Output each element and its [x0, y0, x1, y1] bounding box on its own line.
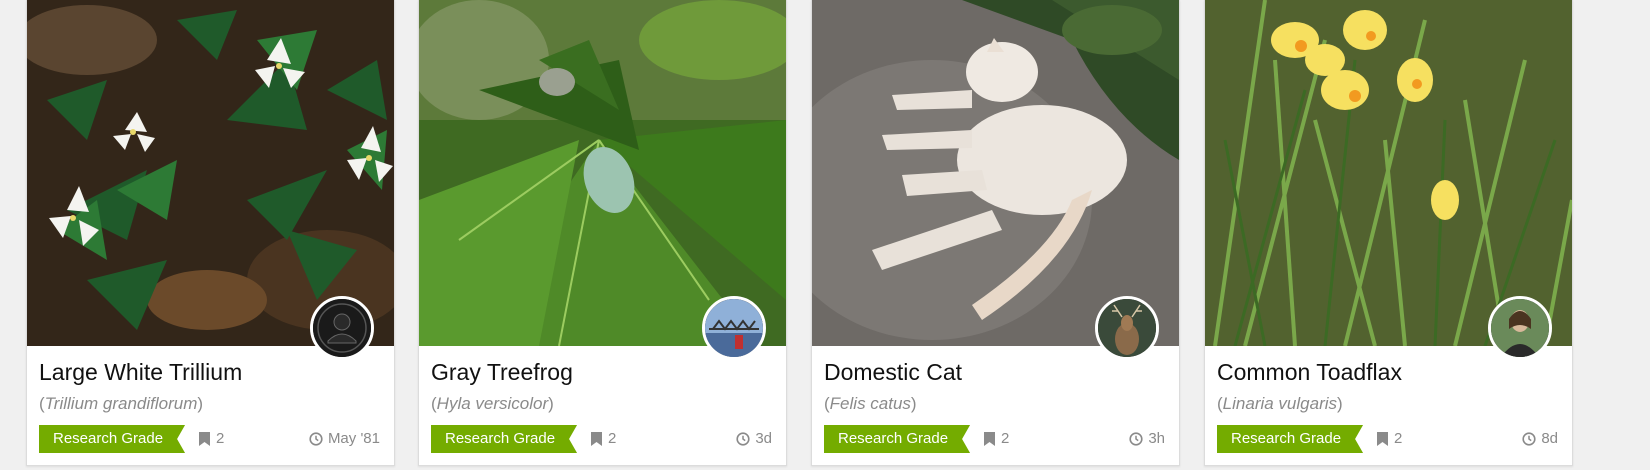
- observation-photo[interactable]: [27, 0, 394, 346]
- observed-time: 8d: [1522, 428, 1558, 450]
- identification-count: 2: [591, 428, 616, 450]
- identification-count: 2: [1377, 428, 1402, 450]
- default-user-silhouette-icon: [313, 299, 371, 357]
- observed-time-value: 3h: [1148, 430, 1165, 447]
- identification-tag-icon: [199, 432, 210, 446]
- deer-photo-avatar: [1098, 299, 1156, 357]
- observation-grid: Large White Trillium (Trillium grandiflo…: [0, 0, 1650, 470]
- observed-time: May '81: [309, 428, 380, 450]
- person-photo-avatar: [1491, 299, 1549, 357]
- identification-count: 2: [199, 428, 224, 450]
- common-name[interactable]: Common Toadflax: [1217, 359, 1402, 386]
- observer-avatar[interactable]: [310, 296, 374, 360]
- identification-tag-icon: [984, 432, 995, 446]
- common-name[interactable]: Large White Trillium: [39, 359, 242, 386]
- clock-icon: [309, 432, 323, 446]
- research-grade-badge: Research Grade: [39, 425, 185, 453]
- observer-avatar[interactable]: [1095, 296, 1159, 360]
- observed-time-value: 8d: [1541, 430, 1558, 447]
- observation-photo[interactable]: [1205, 0, 1572, 346]
- scientific-name-text: Linaria vulgaris: [1222, 394, 1338, 413]
- identification-tag-icon: [1377, 432, 1388, 446]
- common-name[interactable]: Domestic Cat: [824, 359, 962, 386]
- observation-card[interactable]: Gray Treefrog (Hyla versicolor) Research…: [418, 0, 787, 466]
- scientific-name: (Hyla versicolor): [431, 394, 554, 413]
- scientific-name-text: Trillium grandiflorum: [44, 394, 198, 413]
- research-grade-badge: Research Grade: [824, 425, 970, 453]
- research-grade-badge: Research Grade: [431, 425, 577, 453]
- scientific-name-text: Felis catus: [829, 394, 911, 413]
- research-grade-badge: Research Grade: [1217, 425, 1363, 453]
- bridge-photo-avatar: [705, 299, 763, 357]
- scientific-name: (Felis catus): [824, 394, 917, 413]
- observation-photo[interactable]: [419, 0, 786, 346]
- identification-count-value: 2: [608, 430, 617, 447]
- identification-count-value: 2: [216, 430, 225, 447]
- observer-avatar[interactable]: [702, 296, 766, 360]
- clock-icon: [1129, 432, 1143, 446]
- observed-time: 3h: [1129, 428, 1165, 450]
- scientific-name: (Trillium grandiflorum): [39, 394, 204, 413]
- observation-card[interactable]: Large White Trillium (Trillium grandiflo…: [26, 0, 395, 466]
- observed-time-value: 3d: [755, 430, 772, 447]
- observed-time: 3d: [736, 428, 772, 450]
- observer-avatar[interactable]: [1488, 296, 1552, 360]
- identification-count: 2: [984, 428, 1009, 450]
- observation-photo[interactable]: [812, 0, 1179, 346]
- identification-count-value: 2: [1001, 430, 1010, 447]
- scientific-name: (Linaria vulgaris): [1217, 394, 1343, 413]
- common-name[interactable]: Gray Treefrog: [431, 359, 573, 386]
- observed-time-value: May '81: [327, 430, 380, 447]
- scientific-name-text: Hyla versicolor: [436, 394, 549, 413]
- observation-card[interactable]: Domestic Cat (Felis catus) Research Grad…: [811, 0, 1180, 466]
- observation-card[interactable]: Common Toadflax (Linaria vulgaris) Resea…: [1204, 0, 1573, 466]
- identification-count-value: 2: [1394, 430, 1403, 447]
- identification-tag-icon: [591, 432, 602, 446]
- clock-icon: [736, 432, 750, 446]
- clock-icon: [1522, 432, 1536, 446]
